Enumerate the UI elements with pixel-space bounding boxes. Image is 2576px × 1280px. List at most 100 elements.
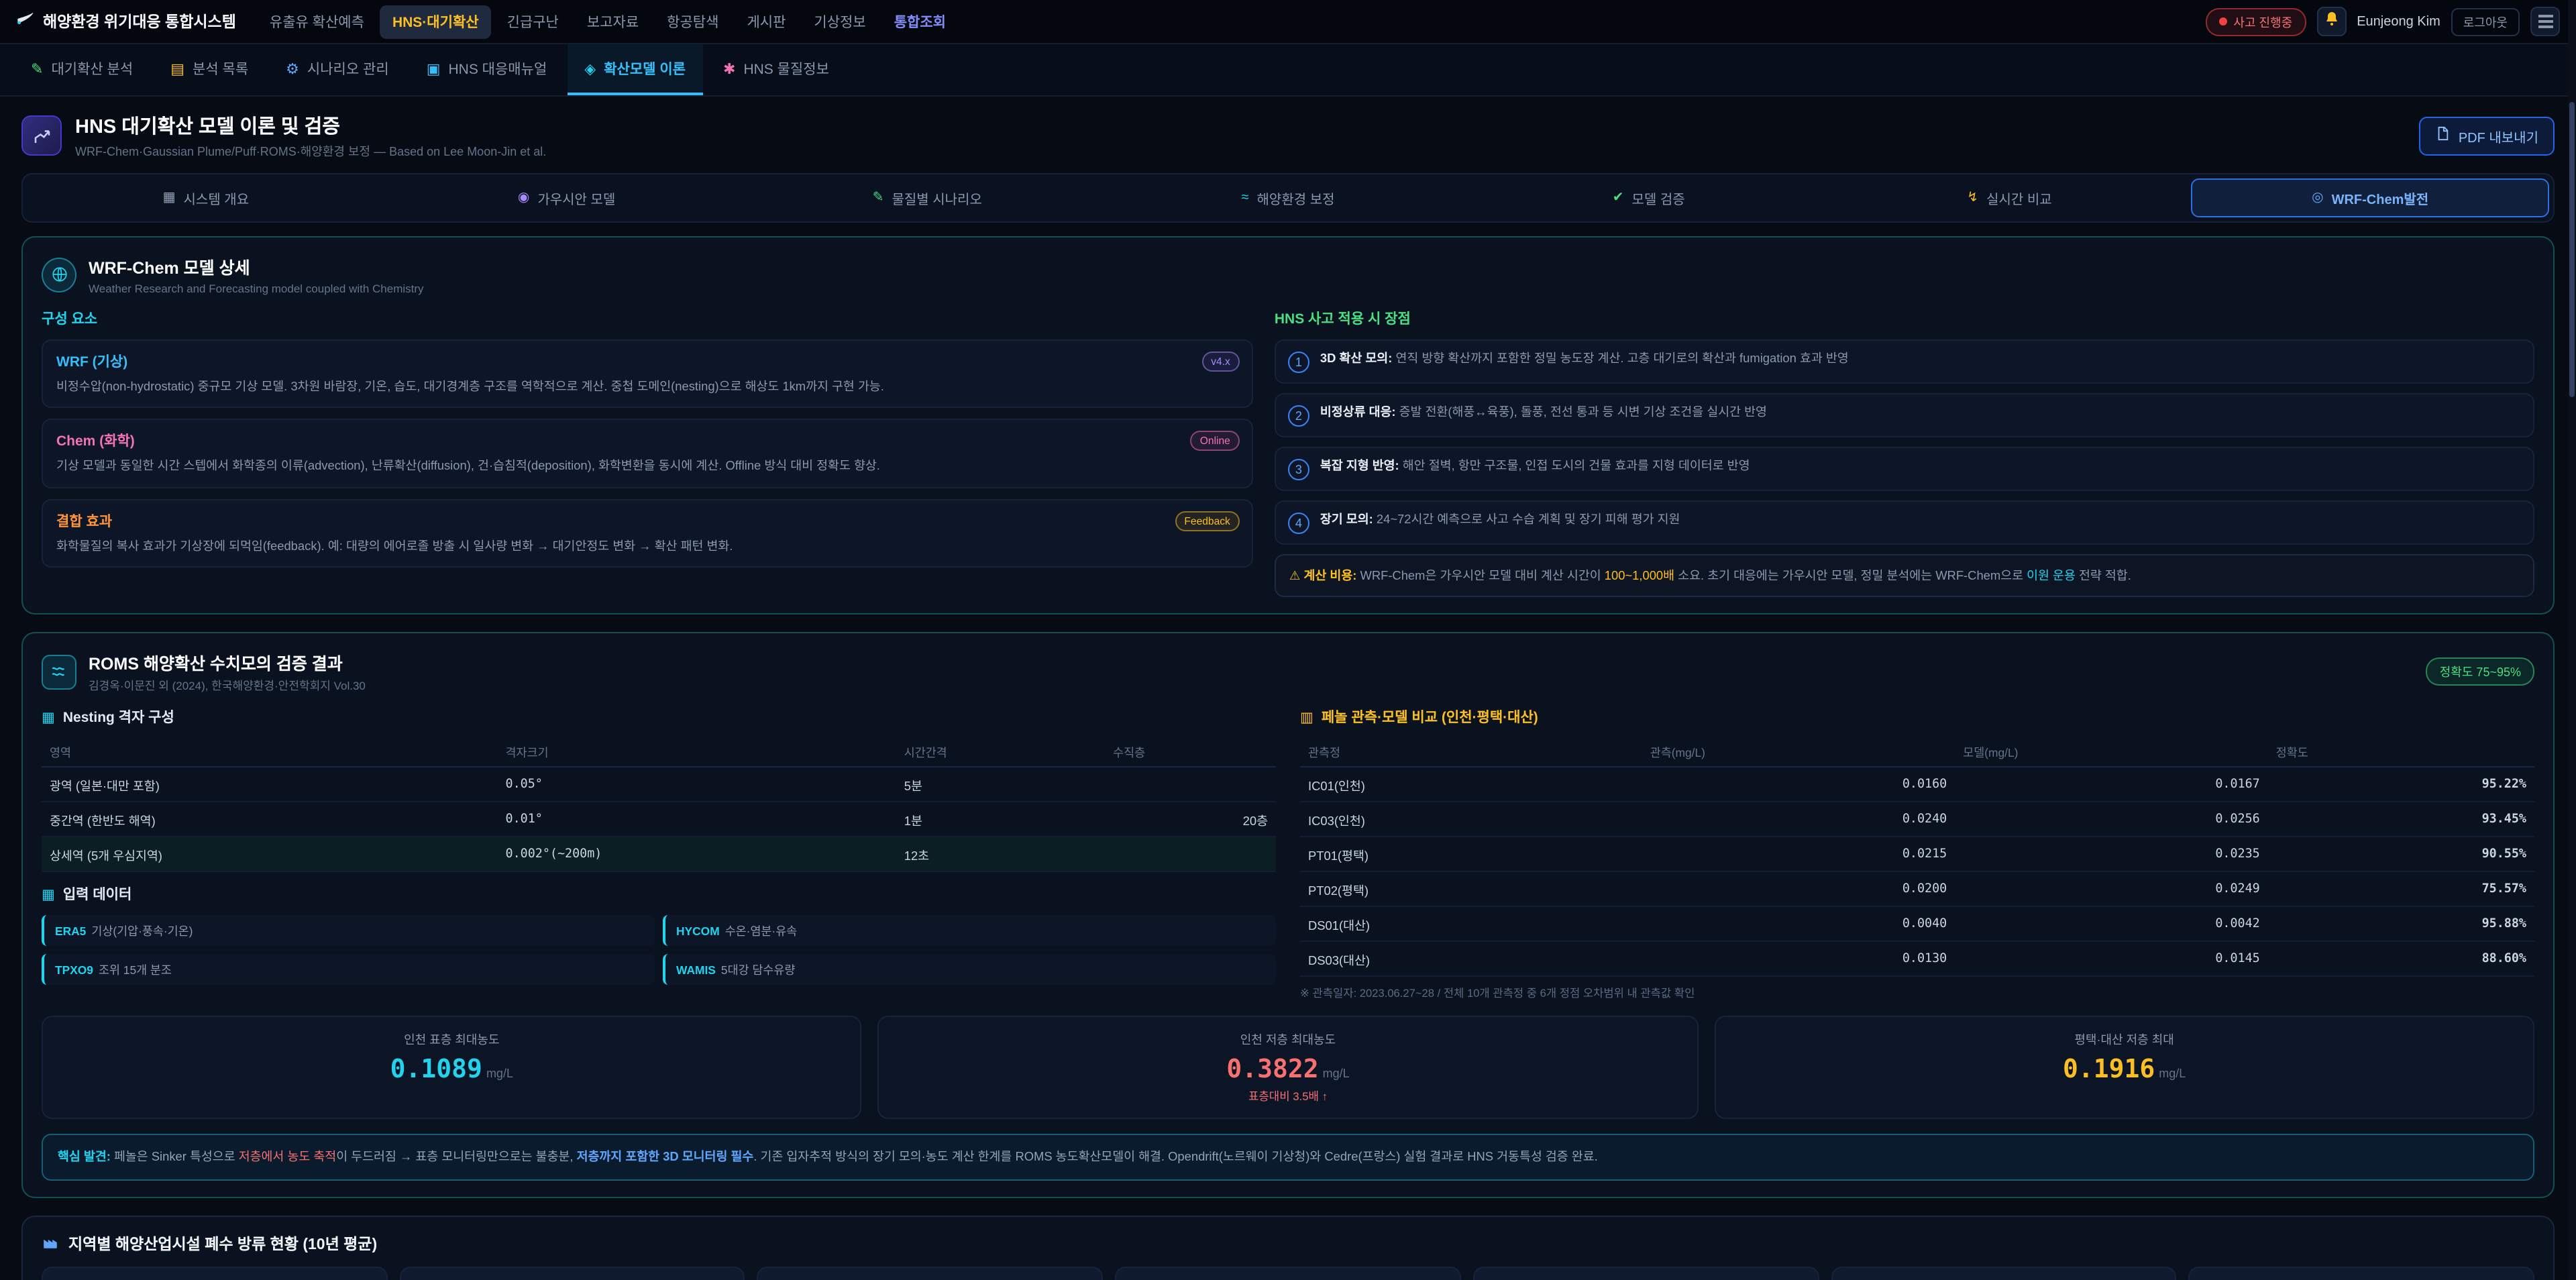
subnav-analysis-list[interactable]: ▤ 분석 목록: [153, 44, 266, 95]
scrollbar-thumb[interactable]: [2569, 102, 2575, 397]
step-number-badge: 1: [1288, 352, 1309, 373]
region-stat-busan: 부산 38,292 m³/일 469kg/년: [2189, 1266, 2534, 1280]
notifications-button[interactable]: [2316, 7, 2346, 36]
pdf-export-button[interactable]: PDF 내보내기: [2420, 116, 2555, 155]
factory-icon: [42, 1232, 59, 1254]
wrfchem-card-title: WRF-Chem 모델 상세: [89, 254, 424, 279]
phenol-section-title: 페놀 관측·모델 비교 (인천·평택·대산): [1322, 708, 1538, 728]
advantage-item: 2 비정상류 대응: 증발 전환(해풍↔육풍), 돌풍, 전선 통과 등 시변 …: [1275, 393, 2534, 437]
tab-ocean-correction[interactable]: ≈ 해양환경 보정: [1109, 178, 1467, 217]
input-data-title: 입력 데이터: [63, 885, 131, 905]
incident-status-badge[interactable]: 사고 진행중: [2205, 7, 2306, 36]
subnav-hns-manual[interactable]: ▣ HNS 대응매뉴얼: [409, 44, 565, 95]
validate-icon: ✔: [1613, 191, 1624, 205]
tab-model-validation[interactable]: ✔ 모델 검증: [1470, 178, 1828, 217]
tab-system-overview[interactable]: ▦ 시스템 개요: [27, 178, 385, 217]
wrfchem-detail-card: WRF-Chem 모델 상세 Weather Research and Fore…: [21, 236, 2555, 615]
discharge-card-title: 지역별 해양산업시설 폐수 방류 현황 (10년 평균): [68, 1232, 377, 1254]
table-row: DS03(대산)0.01300.014588.60%: [1300, 942, 2534, 977]
input-source-hycom: HYCOM수온·염분·유속: [663, 916, 1276, 947]
database-icon: ▦: [42, 887, 55, 903]
manual-icon: ▣: [427, 60, 441, 77]
step-number-badge: 4: [1288, 513, 1309, 534]
nav-weather[interactable]: 기상정보: [802, 5, 877, 38]
table-row: IC03(인천)0.02400.025693.45%: [1300, 802, 2534, 837]
nav-air-search[interactable]: 항공탐색: [655, 5, 731, 38]
component-wrf: WRF (기상) v4.x 비정수압(non-hydrostatic) 중규모 …: [42, 339, 1253, 409]
incident-dot-icon: [2218, 17, 2226, 25]
nav-hns-dispersion[interactable]: HNS·대기확산: [380, 5, 491, 38]
wrfchem-advantages-column: HNS 사고 적용 시 장점 1 3D 확산 모의: 연직 방향 확산까지 포함…: [1275, 309, 2534, 598]
step-number-badge: 3: [1288, 459, 1309, 480]
chart-icon: ▥: [1300, 710, 1313, 726]
component-chem: Chem (화학) Online 기상 모델과 동일한 시간 스텝에서 화학종의…: [42, 419, 1253, 488]
app-title: 해양환경 위기대응 통합시스템: [43, 11, 236, 32]
table-row: DS01(대산)0.00400.004295.88%: [1300, 907, 2534, 942]
advantages-section-title: HNS 사고 적용 시 장점: [1275, 309, 2534, 329]
logout-button[interactable]: 로그아웃: [2451, 7, 2520, 36]
nesting-section: ▦ Nesting 격자 구성 영역 격자크기 시간간격 수직층 광역 (일본·: [42, 708, 1276, 1002]
nav-reports[interactable]: 보고자료: [575, 5, 651, 38]
advantage-item: 1 3D 확산 모의: 연직 방향 확산까지 포함한 정밀 농도장 계산. 고층…: [1275, 339, 2534, 384]
table-row: 광역 (일본·대만 포함) 0.05° 5분: [42, 767, 1276, 802]
pencil-icon: ✎: [31, 60, 43, 77]
region-stats-row: 울산 414,620 m³/일 1,837kg/년 여수 124,890 m³/…: [42, 1266, 2534, 1280]
accuracy-badge: 정확도 75~95%: [2426, 658, 2534, 686]
hamburger-menu-button[interactable]: [2530, 7, 2560, 36]
subnav: ✎ 대기확산 분석 ▤ 분석 목록 ⚙ 시나리오 관리 ▣ HNS 대응매뉴얼 …: [0, 44, 2576, 97]
roms-validation-card: ROMS 해양확산 수치모의 검증 결과 김경옥·이문진 외 (2024), 한…: [21, 633, 2555, 1198]
app-logo[interactable]: 해양환경 위기대응 통합시스템: [16, 9, 236, 34]
advantage-item: 4 장기 모의: 24~72시간 예측으로 사고 수습 계획 및 장기 피해 평…: [1275, 500, 2534, 545]
subnav-air-analysis[interactable]: ✎ 대기확산 분석: [13, 44, 150, 95]
overview-icon: ▦: [163, 191, 176, 205]
tab-material-scenarios[interactable]: ✎ 물질별 시나리오: [748, 178, 1106, 217]
metric-summary-row: 인천 표층 최대농도 0.1089mg/L 인천 저층 최대농도 0.3822m…: [42, 1016, 2534, 1120]
region-stat-ulsan: 울산 414,620 m³/일 1,837kg/년: [42, 1266, 387, 1280]
metric-incheon-bottom: 인천 저층 최대농도 0.3822mg/L 표층대비 3.5배 ↑: [878, 1016, 1699, 1120]
wrfchem-components-column: 구성 요소 WRF (기상) v4.x 비정수압(non-hydrostatic…: [42, 309, 1253, 598]
metric-pt-ds-bottom: 평택·대산 저층 최대 0.1916mg/L: [1714, 1016, 2534, 1120]
nav-oil-spill[interactable]: 유출유 확산예측: [258, 5, 376, 38]
region-stat-incheon: 인천 91,658 m³/일 1,872kg/년: [757, 1266, 1103, 1280]
online-badge: Online: [1191, 431, 1240, 451]
topbar-right: 사고 진행중 Eunjeong Kim 로그아웃: [2205, 7, 2560, 36]
grid-icon: ▦: [42, 710, 55, 726]
subnav-scenario-mgmt[interactable]: ⚙ 시나리오 관리: [268, 44, 407, 95]
material-icon: ✱: [723, 60, 735, 77]
page-scrollbar[interactable]: [2568, 0, 2576, 1280]
table-row: IC01(인천)0.01600.016795.22%: [1300, 767, 2534, 802]
globe-icon: [42, 257, 76, 292]
page-subtitle: WRF-Chem·Gaussian Plume/Puff·ROMS·해양환경 보…: [75, 142, 546, 160]
nav-integrated-search[interactable]: 통합조회: [882, 5, 958, 38]
nesting-table: 영역 격자크기 시간간격 수직층 광역 (일본·대만 포함) 0.05° 5분: [42, 739, 1276, 873]
theory-icon: ◈: [584, 60, 596, 77]
tab-realtime-compare[interactable]: ↯ 실시간 비교: [1831, 178, 2189, 217]
page-title: HNS 대기확산 모델 이론 및 검증: [75, 111, 546, 140]
subnav-hns-material-info[interactable]: ✱ HNS 물질정보: [706, 44, 847, 95]
table-row: 상세역 (5개 우심지역) 0.002°(~200m) 12초: [42, 837, 1276, 872]
feedback-badge: Feedback: [1175, 511, 1240, 531]
region-stat-yeosu: 여수 124,890 m³/일 382kg/년: [399, 1266, 745, 1280]
user-name: Eunjeong Kim: [2357, 14, 2440, 29]
tab-wrfchem-advance[interactable]: ◎ WRF-Chem발전: [2191, 178, 2549, 217]
wrf-icon: ◎: [2312, 191, 2323, 205]
discharge-status-card: 지역별 해양산업시설 폐수 방류 현황 (10년 평균) 울산 414,620 …: [21, 1215, 2555, 1280]
roms-card-subtitle: 김경옥·이문진 외 (2024), 한국해양환경·안전학회지 Vol.30: [89, 678, 366, 694]
wing-logo-icon: [16, 9, 35, 34]
phenol-table: 관측정 관측(mg/L) 모델(mg/L) 정확도 IC01(인천)0.0160…: [1300, 739, 2534, 977]
tab-gaussian-model[interactable]: ◉ 가우시안 모델: [388, 178, 746, 217]
input-source-tpxo9: TPXO9조위 15개 분조: [42, 955, 655, 985]
gaussian-icon: ◉: [518, 191, 529, 205]
computation-cost-note: ⚠ 계산 비용: WRF-Chem은 가우시안 모델 대비 계산 시간이 100…: [1275, 554, 2534, 598]
nav-board[interactable]: 게시판: [735, 5, 798, 38]
scenario-icon: ✎: [873, 191, 884, 205]
bell-icon: [2323, 9, 2339, 34]
subnav-model-theory[interactable]: ◈ 확산모델 이론: [567, 44, 703, 95]
page-model-icon: [21, 115, 62, 156]
section-tabbar: ▦ 시스템 개요 ◉ 가우시안 모델 ✎ 물질별 시나리오 ≈ 해양환경 보정 …: [21, 173, 2555, 223]
version-badge: v4.x: [1201, 352, 1240, 372]
nav-emergency[interactable]: 긴급구난: [495, 5, 571, 38]
app-viewport: 해양환경 위기대응 통합시스템 유출유 확산예측 HNS·대기확산 긴급구난 보…: [0, 0, 2576, 1280]
roms-card-title: ROMS 해양확산 수치모의 검증 결과: [89, 650, 366, 676]
table-row: PT02(평택)0.02000.024975.57%: [1300, 872, 2534, 907]
